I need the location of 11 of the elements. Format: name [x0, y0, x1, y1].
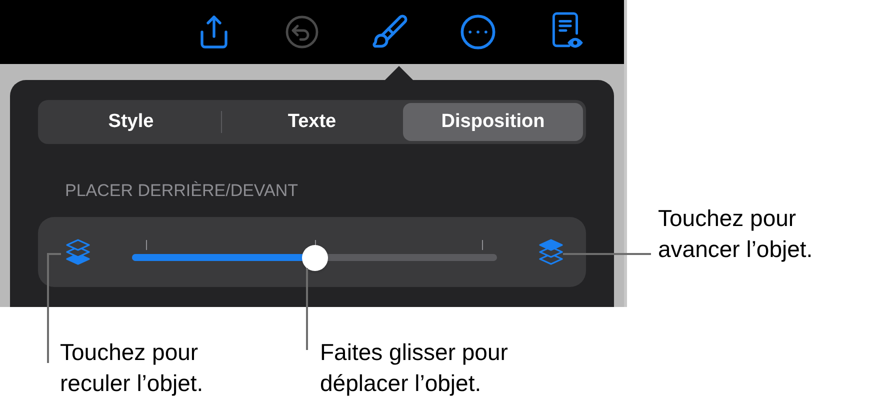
bring-forward-icon[interactable] — [538, 237, 564, 267]
tab[interactable]: Texte — [222, 103, 402, 141]
section-label: PLACER DERRIÈRE/DEVANT — [65, 182, 300, 199]
callout-text: Touchez pour avancer l’objet. — [658, 204, 813, 264]
callout-text: Faites glisser pour déplacer l’objet. — [320, 338, 508, 398]
slider-thumb[interactable] — [302, 244, 328, 270]
more-icon[interactable] — [459, 13, 497, 51]
tab[interactable]: Style — [41, 103, 221, 141]
tab[interactable]: Disposition — [403, 103, 583, 141]
send-backward-icon[interactable] — [65, 237, 91, 267]
callout-text: Touchez pour reculer l’objet. — [60, 338, 204, 398]
